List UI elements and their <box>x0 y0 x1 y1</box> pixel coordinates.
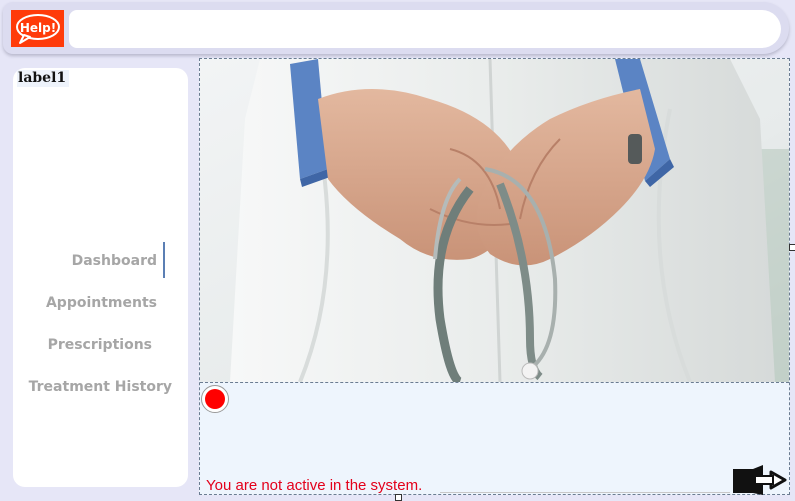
hero-doctor-image <box>200 59 789 383</box>
help-label: Help! <box>20 21 56 35</box>
doctor-photo-illustration <box>200 59 789 382</box>
nav-item-appointments[interactable]: Appointments <box>13 282 188 324</box>
help-button[interactable]: Help! <box>11 10 64 47</box>
header-bar: Help! <box>3 2 789 54</box>
header-search-field[interactable] <box>69 10 781 48</box>
nav-item-dashboard[interactable]: Dashboard <box>13 240 188 282</box>
resize-handle-right[interactable] <box>789 244 795 251</box>
sidebar: label1 Dashboard Appointments Prescripti… <box>13 68 188 487</box>
nav-item-prescriptions[interactable]: Prescriptions <box>13 324 188 366</box>
sidebar-title-label: label1 <box>17 70 70 87</box>
status-message: You are not active in the system. <box>206 477 423 494</box>
status-indicator-dot <box>201 385 229 413</box>
help-bubble-icon: Help! <box>16 14 60 44</box>
sidebar-nav: Dashboard Appointments Prescriptions Tre… <box>13 240 188 408</box>
exit-door-icon[interactable] <box>731 465 787 495</box>
nav-item-treatment-history[interactable]: Treatment History <box>13 366 188 408</box>
main-panel: You are not active in the system. <box>199 58 790 495</box>
status-underline <box>440 492 730 493</box>
